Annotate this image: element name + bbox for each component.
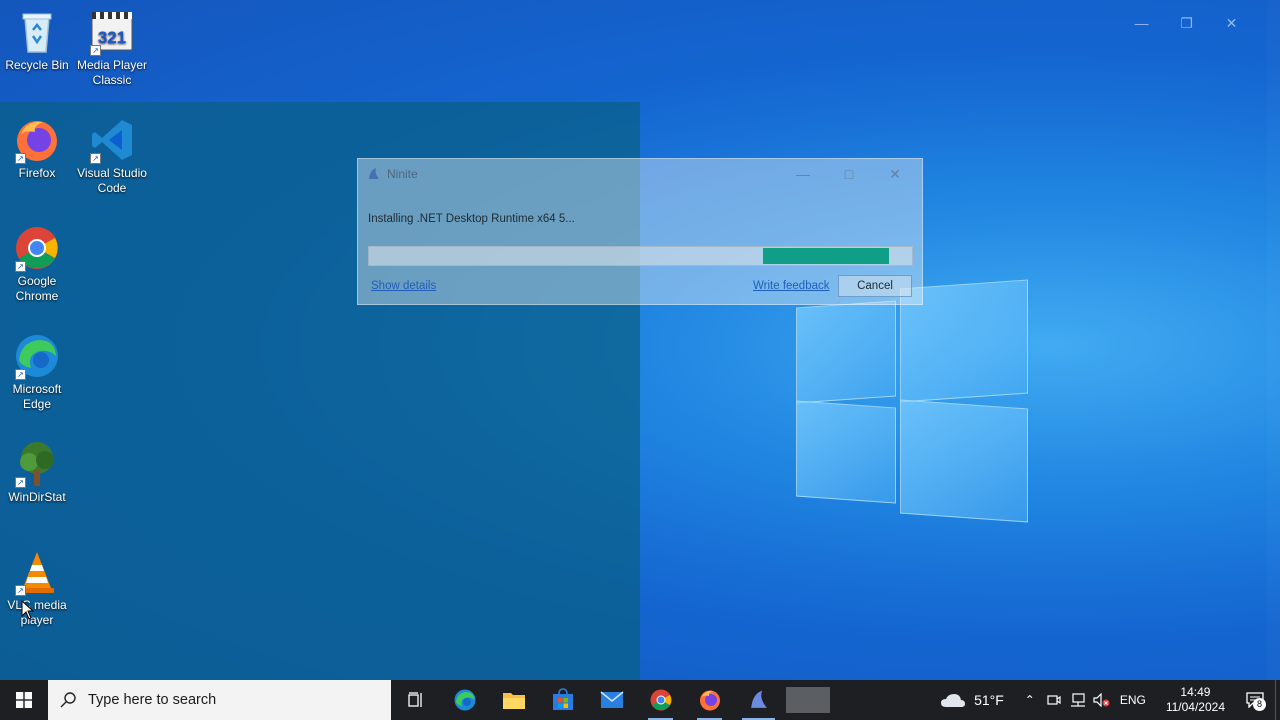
edge-icon: ↗ bbox=[13, 332, 61, 380]
desktop-icon-edge[interactable]: ↗ Microsoft Edge bbox=[0, 332, 74, 412]
windirstat-icon: ↗ bbox=[13, 440, 61, 488]
desktop-icon-vlc[interactable]: ↗ VLC media player bbox=[0, 548, 74, 628]
desktop-icon-windirstat[interactable]: ↗ WinDirStat bbox=[0, 440, 74, 505]
volume-muted-icon[interactable] bbox=[1090, 680, 1114, 720]
taskbar-edge[interactable] bbox=[440, 680, 489, 720]
weather-widget[interactable]: 51°F bbox=[940, 692, 1004, 708]
desktop-icon-firefox[interactable]: ↗ Firefox bbox=[0, 116, 74, 181]
edge-icon bbox=[454, 689, 475, 711]
ghost-scrollbar bbox=[1267, 0, 1280, 680]
shortcut-arrow-icon: ↗ bbox=[15, 585, 26, 596]
search-icon bbox=[60, 692, 76, 708]
mpc-number: 321 bbox=[98, 28, 126, 47]
install-progress-bar bbox=[368, 246, 913, 266]
desktop-icon-label: Media Player Classic bbox=[76, 58, 148, 87]
install-status-text: Installing .NET Desktop Runtime x64 5... bbox=[368, 213, 575, 225]
desktop-icon-label: Visual Studio Code bbox=[77, 166, 147, 195]
cancel-button[interactable]: Cancel bbox=[838, 275, 912, 297]
write-feedback-link[interactable]: Write feedback bbox=[753, 280, 830, 292]
desktop-icon-label: Recycle Bin bbox=[5, 58, 69, 72]
taskbar: Type here to search 51°F ⌃ ENG 14:49 11/… bbox=[0, 680, 1280, 720]
show-details-link[interactable]: Show details bbox=[371, 280, 436, 292]
clock-date: 11/04/2024 bbox=[1165, 700, 1225, 714]
taskbar-firefox[interactable] bbox=[685, 680, 734, 720]
tray-overflow-chevron-icon[interactable]: ⌃ bbox=[1018, 680, 1042, 720]
desktop-icon-label: Google Chrome bbox=[15, 274, 59, 303]
ninite-icon bbox=[750, 690, 767, 708]
shortcut-arrow-icon: ↗ bbox=[90, 45, 101, 56]
desktop-icon-label: Firefox bbox=[18, 166, 56, 180]
close-icon[interactable]: ✕ bbox=[872, 159, 918, 189]
vscode-icon: ↗ bbox=[88, 116, 136, 164]
network-icon[interactable] bbox=[1066, 680, 1090, 720]
desktop: — ❐ ✕ Recycle Bin 321 ↗ Media Player Cla… bbox=[0, 0, 1280, 680]
desktop-icon-label: Microsoft Edge bbox=[12, 382, 62, 411]
desktop-icon-chrome[interactable]: ↗ Google Chrome bbox=[0, 224, 74, 304]
desktop-icon-vscode[interactable]: ↗ Visual Studio Code bbox=[75, 116, 149, 196]
meet-now-icon[interactable] bbox=[1042, 680, 1066, 720]
desktop-icon-recycle-bin[interactable]: Recycle Bin bbox=[0, 8, 74, 73]
recycle-bin-icon bbox=[13, 8, 61, 56]
desktop-icon-media-player-classic[interactable]: 321 ↗ Media Player Classic bbox=[75, 8, 149, 88]
shortcut-arrow-icon: ↗ bbox=[15, 153, 26, 164]
desktop-icon-label: WinDirStat bbox=[8, 490, 66, 504]
taskbar-file-explorer[interactable] bbox=[489, 680, 538, 720]
ghost-close-icon[interactable]: ✕ bbox=[1209, 10, 1254, 36]
search-placeholder: Type here to search bbox=[88, 692, 217, 708]
taskbar-task-view[interactable] bbox=[391, 680, 440, 720]
shortcut-arrow-icon: ↗ bbox=[15, 261, 26, 272]
windows-start-icon bbox=[16, 692, 32, 708]
vlc-icon: ↗ bbox=[13, 548, 61, 596]
taskbar-search-box[interactable]: Type here to search bbox=[48, 680, 391, 720]
chrome-icon: ↗ bbox=[13, 224, 61, 272]
task-view-icon bbox=[407, 692, 422, 707]
action-center-button[interactable]: 8 bbox=[1235, 680, 1275, 720]
microsoft-store-icon bbox=[552, 688, 573, 710]
notification-count-badge: 8 bbox=[1253, 698, 1266, 711]
taskbar-ninite[interactable] bbox=[734, 680, 783, 720]
mouse-cursor-icon bbox=[21, 600, 35, 620]
minimize-icon[interactable]: — bbox=[780, 159, 826, 189]
taskbar-chrome[interactable] bbox=[636, 680, 685, 720]
chrome-icon bbox=[650, 689, 671, 711]
weather-temperature: 51°F bbox=[974, 692, 1004, 708]
media-player-classic-icon: 321 ↗ bbox=[88, 8, 136, 56]
taskbar-mail[interactable] bbox=[587, 680, 636, 720]
file-explorer-icon bbox=[502, 693, 525, 709]
taskbar-microsoft-store[interactable] bbox=[538, 680, 587, 720]
shortcut-arrow-icon: ↗ bbox=[15, 477, 26, 488]
ninite-logo-icon bbox=[369, 168, 379, 179]
show-desktop-button[interactable] bbox=[1275, 680, 1280, 720]
input-language-indicator[interactable]: ENG bbox=[1120, 693, 1146, 707]
ghost-restore-icon[interactable]: ❐ bbox=[1164, 10, 1209, 36]
shortcut-arrow-icon: ↗ bbox=[15, 369, 26, 380]
ninite-dialog: Ninite — □ ✕ Installing .NET Desktop Run… bbox=[357, 158, 923, 305]
ghost-minimize-icon[interactable]: — bbox=[1119, 10, 1164, 36]
shortcut-arrow-icon: ↗ bbox=[90, 153, 101, 164]
taskbar-clock[interactable]: 14:49 11/04/2024 bbox=[1166, 685, 1225, 715]
taskbar-window-thumbnail[interactable] bbox=[786, 687, 830, 713]
mail-icon bbox=[600, 691, 623, 708]
ninite-title: Ninite bbox=[387, 167, 418, 181]
firefox-icon bbox=[699, 690, 720, 711]
desktop-icon-label: VLC media player bbox=[7, 598, 67, 627]
start-button[interactable] bbox=[0, 680, 48, 720]
progress-bar-fill bbox=[762, 248, 890, 264]
maximize-icon[interactable]: □ bbox=[826, 159, 872, 189]
firefox-icon: ↗ bbox=[13, 116, 61, 164]
clock-time: 14:49 bbox=[1180, 685, 1211, 699]
cloud-icon bbox=[941, 694, 966, 707]
system-tray: 51°F ⌃ ENG 14:49 11/04/2024 8 bbox=[940, 680, 1280, 720]
